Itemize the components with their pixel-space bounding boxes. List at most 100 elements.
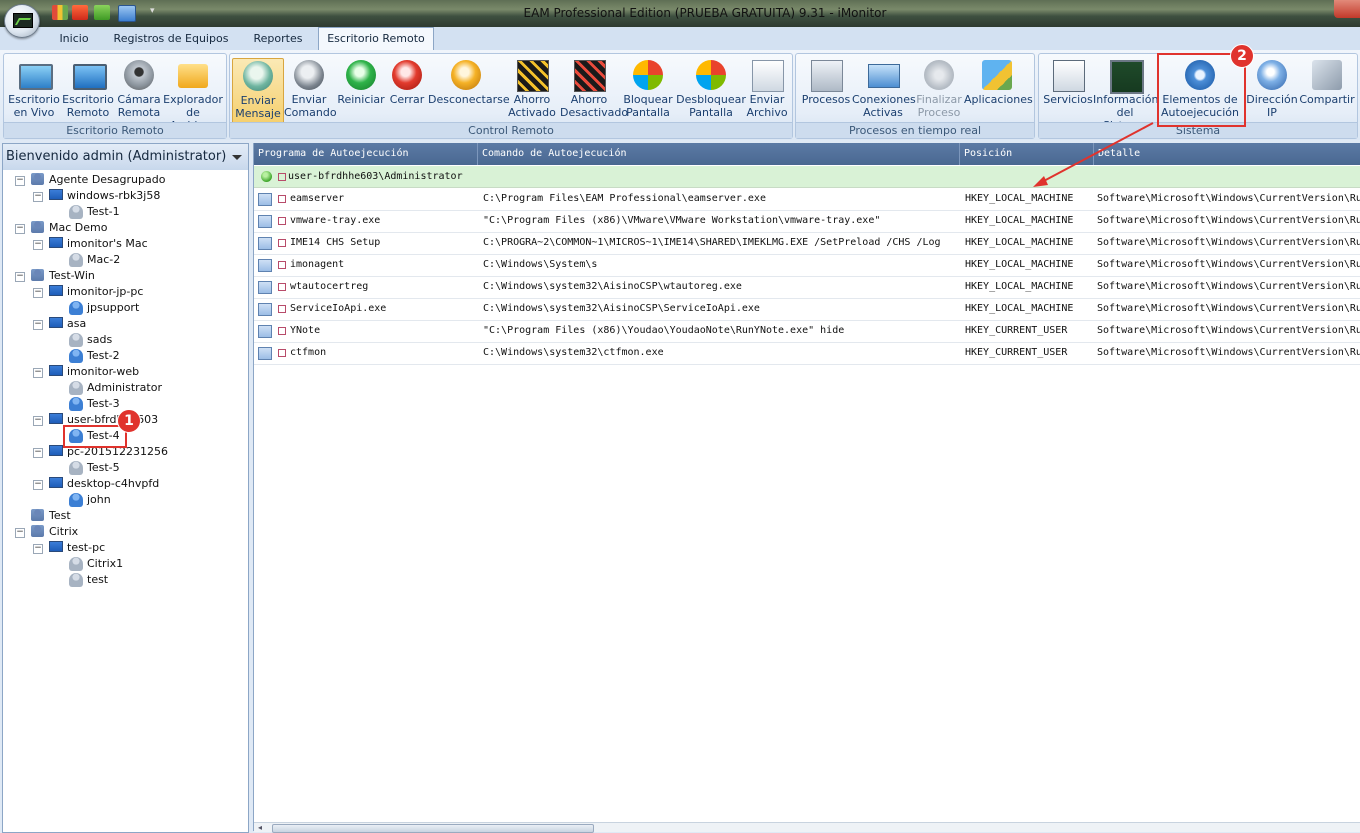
expander-icon[interactable]: − [33,544,43,554]
expander-icon[interactable]: − [33,448,43,458]
checkbox-icon[interactable] [278,349,286,357]
computer-icon [49,413,63,424]
chevron-down-icon[interactable] [232,155,242,160]
app-logo-icon [13,13,33,28]
checkbox-icon[interactable] [278,239,286,247]
user-icon [69,253,83,267]
expander-icon[interactable]: − [15,176,25,186]
checkbox-icon[interactable] [278,261,286,269]
table-row[interactable]: YNote "C:\Program Files (x86)\Youdao\You… [254,320,1360,343]
scrollbar-thumb[interactable] [272,824,594,833]
explorador-de-archivos-button[interactable]: Explorador de Archivos [162,58,224,132]
send-file-icon [752,60,784,92]
expander-icon[interactable]: − [33,240,43,250]
cell-program: wtautocertreg [290,281,369,292]
table-row[interactable]: ServiceIoApi.exe C:\Windows\system32\Ais… [254,298,1360,321]
message-icon [243,61,273,91]
escritorio-en-vivo-button[interactable]: Escritorio en Vivo [6,58,62,124]
desbloquear-pantalla-button[interactable]: Desbloquear Pantalla [676,58,746,124]
processes-icon [811,60,843,92]
table-row[interactable]: wtautocertreg C:\Windows\system32\Aisino… [254,276,1360,299]
group-label: Procesos en tiempo real [796,122,1034,138]
left-panel-header[interactable]: Bienvenido admin (Administrator) [3,144,248,170]
computer-icon [49,365,63,376]
cell-program: eamserver [290,193,345,204]
cell-position: HKEY_LOCAL_MACHINE [965,237,1074,248]
conexiones-activas-button[interactable]: Conexiones Activas [852,58,916,124]
tab-registros-de-equipos[interactable]: Registros de Equipos [104,28,238,49]
table-row[interactable]: vmware-tray.exe "C:\Program Files (x86)\… [254,210,1360,233]
app-menu-button[interactable] [4,4,40,38]
reiniciar-button[interactable]: Reiniciar [336,58,386,124]
checkbox-icon[interactable] [278,283,286,291]
tab-inicio[interactable]: Inicio [46,28,102,49]
enviar-comando-button[interactable]: Enviar Comando [284,58,337,124]
camara-remota-button[interactable]: Cámara Remota [114,58,164,124]
system-info-icon [1110,60,1144,94]
bloquear-pantalla-button[interactable]: Bloquear Pantalla [620,58,676,124]
expander-icon[interactable]: − [15,528,25,538]
tab-reportes[interactable]: Reportes [240,28,316,49]
autorun-entry-icon [258,259,272,272]
cell-program: YNote [290,325,321,336]
title-bar: ▾ EAM Professional Edition (PRUEBA GRATU… [0,0,1360,27]
desconectarse-button[interactable]: Desconectarse [428,58,510,124]
user-icon [69,333,83,347]
table-row[interactable]: IME14 CHS Setup C:\PROGRA~2\COMMON~1\MIC… [254,232,1360,255]
expander-icon[interactable]: − [33,320,43,330]
cell-command: C:\Program Files\EAM Professional\eamser… [483,193,766,204]
checkbox-icon[interactable] [278,305,286,313]
expander-icon[interactable]: − [33,416,43,426]
cerrar-button[interactable]: Cerrar [386,58,428,124]
expander-icon[interactable]: − [15,272,25,282]
escritorio-remoto-button[interactable]: Escritorio Remoto [62,58,114,124]
enviar-mensaje-button[interactable]: Enviar Mensaje [232,58,284,126]
column-header-program[interactable]: Programa de Autoejecución [254,143,478,165]
end-process-icon [924,60,954,90]
cell-command: C:\Windows\System\s [483,259,598,270]
cell-position: HKEY_LOCAL_MACHINE [965,303,1074,314]
cell-detail: Software\Microsoft\Windows\CurrentVersio… [1097,259,1360,270]
expander-icon[interactable]: − [33,192,43,202]
table-row[interactable]: eamserver C:\Program Files\EAM Professio… [254,188,1360,211]
column-header-position[interactable]: Posición [960,143,1094,165]
enviar-archivo-button[interactable]: Enviar Archivo [744,58,790,124]
ahorro-activado-button[interactable]: Ahorro Activado [504,58,560,124]
checkbox-icon[interactable] [278,327,286,335]
checkbox-icon[interactable] [278,217,286,225]
servicios-button[interactable]: Servicios [1041,58,1095,124]
cell-program: ServiceIoApi.exe [290,303,387,314]
cell-position: HKEY_LOCAL_MACHINE [965,193,1074,204]
group-row[interactable]: user-bfrdhhe603\Administrator [254,166,1360,188]
direccion-ip-button[interactable]: Dirección IP [1243,58,1301,124]
aplicaciones-button[interactable]: Aplicaciones [964,58,1033,124]
close-button[interactable] [1334,0,1360,18]
power-icon [392,60,422,90]
expander-icon[interactable]: − [33,288,43,298]
informacion-del-sistema-button[interactable]: Información del Sistema [1093,58,1158,132]
expander-icon[interactable]: − [33,480,43,490]
cell-detail: Software\Microsoft\Windows\CurrentVersio… [1097,325,1360,336]
cell-command: C:\Windows\system32\AisinoCSP\ServiceIoA… [483,303,760,314]
tab-escritorio-remoto[interactable]: Escritorio Remoto [318,27,434,51]
cell-position: HKEY_LOCAL_MACHINE [965,281,1074,292]
expand-group-icon[interactable] [261,171,272,182]
checkbox-icon[interactable] [278,195,286,203]
expander-icon[interactable]: − [33,368,43,378]
autorun-grid: Programa de Autoejecución Comando de Aut… [253,143,1360,833]
cell-detail: Software\Microsoft\Windows\CurrentVersio… [1097,193,1360,204]
ribbon: Escritorio en Vivo Escritorio Remoto Cám… [0,50,1360,140]
expander-icon[interactable]: − [15,224,25,234]
finalizar-proceso-button[interactable]: Finalizar Proceso [912,58,966,124]
cell-command: "C:\Program Files (x86)\VMware\VMware Wo… [483,215,881,226]
computer-icon [49,237,63,248]
table-row[interactable]: ctfmon C:\Windows\system32\ctfmon.exe HK… [254,342,1360,365]
computer-icon [49,317,63,328]
table-row[interactable]: imonagent C:\Windows\System\s HKEY_LOCAL… [254,254,1360,277]
procesos-button[interactable]: Procesos [798,58,854,124]
compartir-button[interactable]: Compartir [1299,58,1355,124]
ahorro-desactivado-button[interactable]: Ahorro Desactivado [560,58,628,124]
column-header-command[interactable]: Comando de Autoejecución [478,143,960,165]
column-header-detail[interactable]: Detalle [1094,143,1360,165]
cell-position: HKEY_LOCAL_MACHINE [965,215,1074,226]
